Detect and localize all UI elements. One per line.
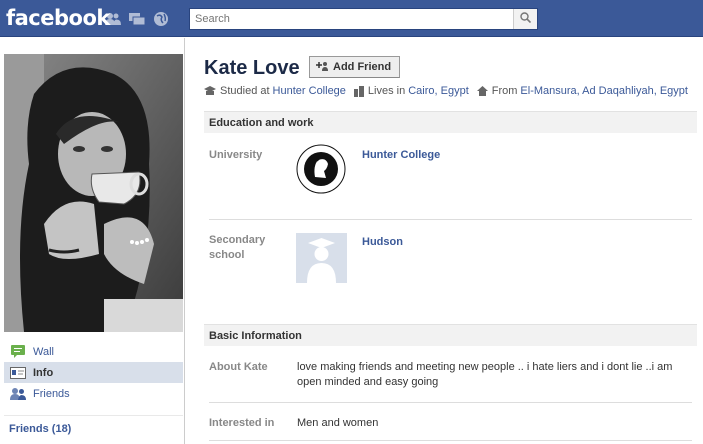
add-friend-icon <box>316 61 328 74</box>
interested-in-label: Interested in <box>209 417 275 429</box>
top-navigation-bar: facebook <box>0 0 703 37</box>
divider <box>209 402 692 403</box>
section-heading-basic-info: Basic Information <box>204 324 697 346</box>
from-link[interactable]: El-Mansura, Ad Daqahliyah, Egypt <box>520 85 688 97</box>
university-name-link[interactable]: Hunter College <box>362 149 440 161</box>
divider <box>209 440 692 441</box>
sidebar-item-label: Friends <box>33 387 70 400</box>
sidebar-item-friends[interactable]: Friends <box>4 383 183 404</box>
lives-in: Lives in Cairo, Egypt <box>353 85 469 97</box>
secondary-school-label: Secondary school <box>209 234 266 261</box>
profile-nav: Wall Info Friends <box>4 341 183 404</box>
default-school-icon[interactable] <box>296 233 347 283</box>
info-icon <box>10 366 26 380</box>
sidebar-item-wall[interactable]: Wall <box>4 341 183 362</box>
search-input[interactable] <box>190 9 513 29</box>
lives-link[interactable]: Cairo, Egypt <box>408 85 469 97</box>
facebook-logo[interactable]: facebook <box>6 6 110 30</box>
city-icon <box>353 85 364 97</box>
about-value: love making friends and meeting new peop… <box>297 361 673 388</box>
search-box <box>189 8 538 30</box>
add-friend-button[interactable]: Add Friend <box>309 56 401 78</box>
sidebar-item-label: Info <box>33 366 54 379</box>
left-sidebar: Wall Info Friends Friends (18) <box>0 38 185 444</box>
about-label: About Kate <box>209 361 268 373</box>
sidebar-item-label: Wall <box>33 345 54 358</box>
main-content: Kate Love Add Friend Studied at Hunter C… <box>185 38 703 444</box>
friend-requests-icon[interactable] <box>104 10 122 28</box>
interested-in-value: Men and women <box>297 417 379 429</box>
university-label: University <box>209 149 263 161</box>
divider <box>209 219 692 220</box>
studied-prefix: Studied at <box>220 85 270 97</box>
section-heading-education: Education and work <box>204 111 697 133</box>
from-prefix: From <box>491 85 518 97</box>
studied-at: Studied at Hunter College <box>204 85 346 97</box>
search-icon <box>520 12 532 26</box>
wall-icon <box>10 345 26 359</box>
from-location: From El-Mansura, Ad Daqahliyah, Egypt <box>476 85 688 97</box>
home-icon <box>476 86 488 96</box>
friends-icon <box>10 387 26 401</box>
lives-prefix: Lives in <box>367 85 406 97</box>
jewel-icons <box>104 10 170 28</box>
search-button[interactable] <box>513 9 537 29</box>
notifications-icon[interactable] <box>152 10 170 28</box>
friends-count-link[interactable]: Friends (18) <box>9 423 71 435</box>
messages-icon[interactable] <box>128 10 146 28</box>
sidebar-item-info[interactable]: Info <box>4 362 183 383</box>
add-friend-label: Add Friend <box>333 61 392 73</box>
hunter-college-seal-icon[interactable] <box>296 144 346 194</box>
school-icon <box>204 86 216 96</box>
secondary-school-name-link[interactable]: Hudson <box>362 236 403 248</box>
studied-link[interactable]: Hunter College <box>273 85 346 97</box>
profile-name: Kate Love <box>204 57 300 79</box>
divider <box>4 415 183 416</box>
profile-photo[interactable] <box>4 54 183 332</box>
profile-summary: Studied at Hunter College Lives in Cairo… <box>204 85 696 97</box>
